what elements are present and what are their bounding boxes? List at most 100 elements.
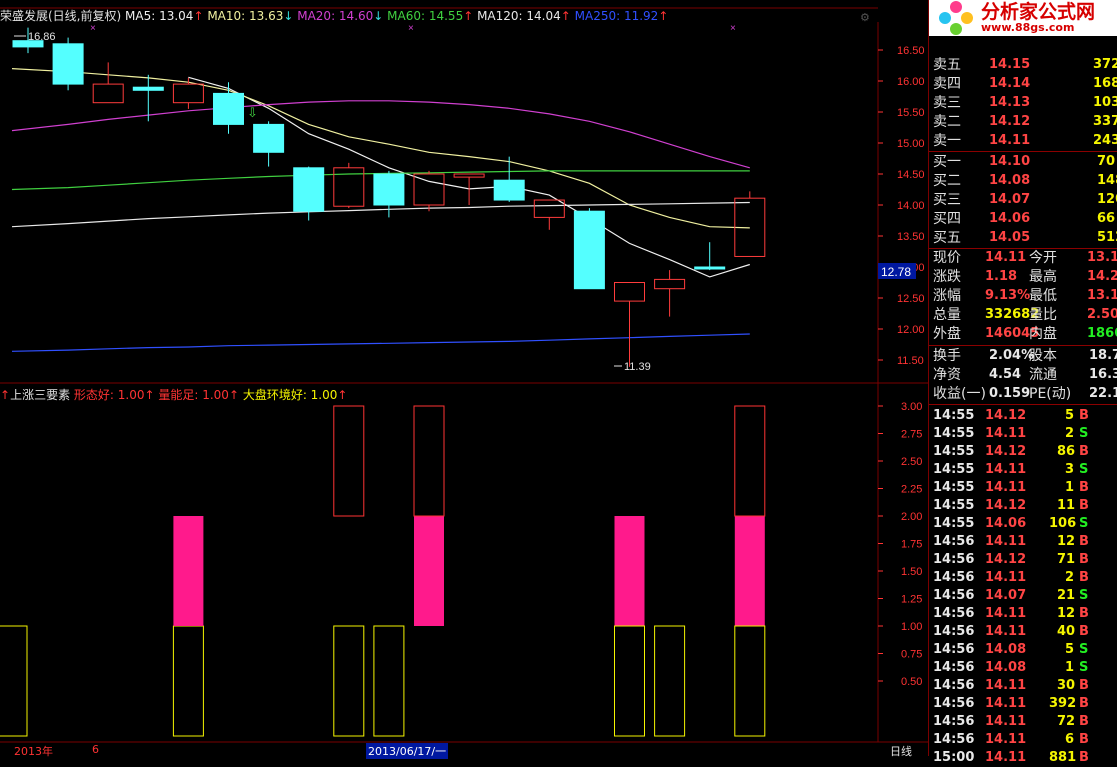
candle-up (172, 83, 204, 104)
tick-row[interactable]: 14:55 14.11 1 B (933, 479, 1117, 497)
ma-line-ma20 (11, 100, 750, 169)
tick-row[interactable]: 14:56 14.12 71 B (933, 551, 1117, 569)
tick-row[interactable]: 14:55 14.12 86 B (933, 443, 1117, 461)
price-axis-label: 11.50 (897, 355, 924, 367)
tick-direction: B (1079, 624, 1089, 639)
tick-row[interactable]: 14:56 14.11 12 B (933, 605, 1117, 623)
bid-label: 买三 (933, 192, 961, 208)
bid-price: 14.07 (989, 192, 1031, 207)
chart-area[interactable]: 16.5016.0015.5015.0014.5014.0013.5013.00… (0, 0, 928, 759)
stat-label: 换手 (933, 348, 961, 364)
tick-price: 14.07 (985, 588, 1027, 603)
stat-label: 净资 (933, 367, 961, 383)
tick-volume: 12 (1057, 606, 1076, 621)
tick-row[interactable]: 14:56 14.11 40 B (933, 623, 1117, 641)
tick-volume: 106 (1049, 516, 1077, 531)
indicator-bar-yellow (614, 625, 645, 737)
candle-down (213, 92, 244, 125)
tick-row[interactable]: 14:56 14.11 12 B (933, 533, 1117, 551)
tick-direction: B (1079, 732, 1089, 747)
price-axis-label: 15.00 (897, 138, 925, 150)
period-label[interactable]: 日线 (890, 743, 912, 759)
indicator-axis-label: 2.50 (901, 456, 922, 468)
kline-chart[interactable]: 16.5016.0015.5015.0014.5014.0013.5013.00… (0, 0, 928, 756)
quote-panel: 分析家公式网 www.88gs.com 卖五 14.15 372 卖四 14.14 168… (928, 0, 1117, 765)
bid-label: 买四 (933, 211, 961, 227)
tick-direction: B (1079, 570, 1089, 585)
ask-label: 卖三 (933, 95, 961, 111)
ma-line-ma120 (11, 201, 750, 228)
tick-time: 15:00 (933, 750, 975, 765)
tick-volume: 86 (1057, 444, 1076, 459)
tick-time: 14:55 (933, 498, 975, 513)
bid-price: 14.10 (989, 154, 1031, 169)
bid-volume: 148 (1097, 173, 1117, 188)
tick-row[interactable]: 14:55 14.11 3 S (933, 461, 1117, 479)
tick-row[interactable]: 14:55 14.11 2 S (933, 425, 1117, 443)
tick-row[interactable]: 14:56 14.11 2 B (933, 569, 1117, 587)
bid-price: 14.06 (989, 211, 1031, 226)
tick-row[interactable]: 14:56 14.11 392 B (933, 695, 1117, 713)
indicator-axis-label: 0.50 (901, 676, 922, 688)
price-axis-label: 14.50 (897, 169, 925, 181)
tick-row[interactable]: 14:56 14.08 5 S (933, 641, 1117, 659)
tick-row[interactable]: 15:00 14.11 881 B (933, 749, 1117, 767)
bid-price: 14.05 (989, 230, 1031, 245)
stat-value: 13.17 (1087, 250, 1117, 265)
price-axis-label: 15.50 (897, 107, 925, 119)
price-axis-label: 16.00 (897, 76, 925, 88)
tick-row[interactable]: 14:56 14.08 1 S (933, 659, 1117, 677)
indicator-bar-yellow (333, 625, 365, 737)
ask-price: 14.13 (989, 95, 1031, 110)
ma-legend-item[interactable]: MA10: 13.63 (207, 9, 283, 23)
indicator-bar-yellow (734, 625, 766, 737)
tick-row[interactable]: 14:55 14.06 106 S (933, 515, 1117, 533)
indicator-bar-magenta (734, 516, 765, 626)
chart-header: 荣盛发展(日线,前复权) MA5: 13.04↑ MA10: 13.63↓ MA… (0, 7, 878, 23)
ma-legend-item[interactable]: MA250: 11.92 (575, 9, 659, 23)
ask-label: 卖二 (933, 114, 961, 130)
current-price-tag: 12.78 (881, 265, 911, 279)
stat-value: 16.3亿 (1089, 367, 1117, 382)
bid-row: 买二 14.08 148 (933, 172, 1117, 190)
ma-legend-item[interactable]: MA5: 13.04 (125, 9, 193, 23)
ma-legend-item[interactable]: MA120: 14.04 (477, 9, 561, 23)
stock-title[interactable]: 荣盛发展(日线,前复权) (0, 9, 121, 23)
indicator-legend-item[interactable]: 形态好: 1.00 (74, 388, 145, 402)
candle-up (533, 199, 565, 218)
candle-down (293, 167, 325, 212)
indicator-bar-yellow (0, 625, 28, 737)
bid-row: 买五 14.05 512 (933, 229, 1117, 247)
tick-row[interactable]: 14:55 14.12 5 B (933, 407, 1117, 425)
tick-row[interactable]: 14:55 14.12 11 B (933, 497, 1117, 515)
tick-price: 14.12 (985, 408, 1027, 423)
stat-value: 14.22 (1087, 269, 1117, 284)
tick-time: 14:56 (933, 714, 975, 729)
bid-volume: 120 (1097, 192, 1117, 207)
tick-time: 14:56 (933, 624, 975, 639)
indicator-legend-item[interactable]: 大盘环境好: 1.00 (243, 388, 338, 402)
stat-label: 外盘 (933, 326, 961, 342)
tick-volume: 881 (1049, 750, 1077, 765)
ma-legend-item[interactable]: MA20: 14.60 (297, 9, 373, 23)
ask-row: 卖一 14.11 243 (933, 132, 1117, 150)
ma-legend-item[interactable]: MA60: 14.55 (387, 9, 463, 23)
tick-row[interactable]: 14:56 14.11 72 B (933, 713, 1117, 731)
tick-price: 14.11 (985, 678, 1027, 693)
tick-row[interactable]: 14:56 14.11 30 B (933, 677, 1117, 695)
tick-row[interactable]: 14:56 14.11 6 B (933, 731, 1117, 749)
price-axis-label: 12.50 (897, 293, 925, 305)
tick-direction: B (1079, 408, 1089, 423)
tick-direction: B (1079, 552, 1089, 567)
indicator-legend-item[interactable]: 量能足: 1.00 (158, 388, 229, 402)
tick-time: 14:55 (933, 426, 975, 441)
stat-value: 4.54 (989, 367, 1022, 382)
tick-price: 14.11 (985, 696, 1027, 711)
tick-row[interactable]: 14:56 14.07 21 S (933, 587, 1117, 605)
price-axis-label: 14.00 (897, 200, 925, 212)
ask-volume: 243 (1093, 133, 1117, 148)
ma-trend-arrow-icon: ↑ (463, 9, 478, 23)
stat-value: 13.17 (1087, 288, 1117, 303)
tick-volume: 2 (1065, 570, 1075, 585)
indicator-title[interactable]: 上涨三要素 (10, 388, 70, 402)
